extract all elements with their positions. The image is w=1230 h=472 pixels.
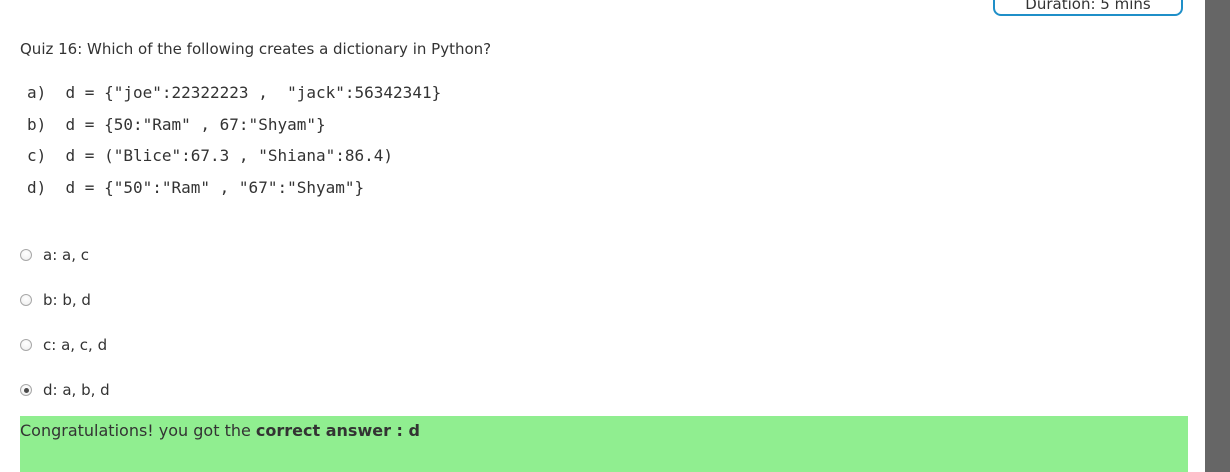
quiz-panel: Duration: 5 mins Quiz 16: Which of the f… [0, 0, 1205, 472]
answer-label-c: c: a, c, d [43, 336, 108, 354]
quiz-question: Quiz 16: Which of the following creates … [20, 40, 492, 58]
radio-button-a[interactable] [20, 249, 32, 261]
answer-choices: a: a, c b: b, d c: a, c, d d: a, b, d [20, 245, 110, 425]
result-text: Congratulations! you got the correct ans… [20, 421, 420, 441]
result-message: Congratulations! you got the [20, 421, 256, 440]
code-option-a: a) d = {"joe":22322223 , "jack":56342341… [27, 83, 442, 102]
duration-text: Duration: 5 mins [1025, 0, 1151, 13]
result-answer: correct answer : d [255, 421, 420, 440]
code-option-d: d) d = {"50":"Ram" , "67":"Shyam"} [27, 178, 365, 198]
answer-label-a: a: a, c [43, 246, 89, 264]
code-option-b: b) d = {50:"Ram" , 67:"Shyam"} [27, 114, 326, 134]
answer-choice-a[interactable]: a: a, c [20, 245, 110, 290]
answer-label-b: b: b, d [43, 291, 91, 309]
radio-button-c[interactable] [20, 339, 32, 351]
result-banner: Congratulations! you got the correct ans… [20, 416, 1188, 472]
duration-badge: Duration: 5 mins [993, 0, 1183, 16]
code-option-c: c) d = ("Blice":67.3 , "Shiana":86.4) [27, 146, 394, 166]
radio-button-b[interactable] [20, 294, 32, 306]
answer-choice-c[interactable]: c: a, c, d [20, 335, 110, 380]
code-options: a) d = {"joe":22322223 , "jack":56342341… [27, 82, 441, 209]
answer-choice-b[interactable]: b: b, d [20, 290, 110, 335]
radio-button-d[interactable] [20, 384, 32, 396]
answer-label-d: d: a, b, d [43, 381, 110, 399]
